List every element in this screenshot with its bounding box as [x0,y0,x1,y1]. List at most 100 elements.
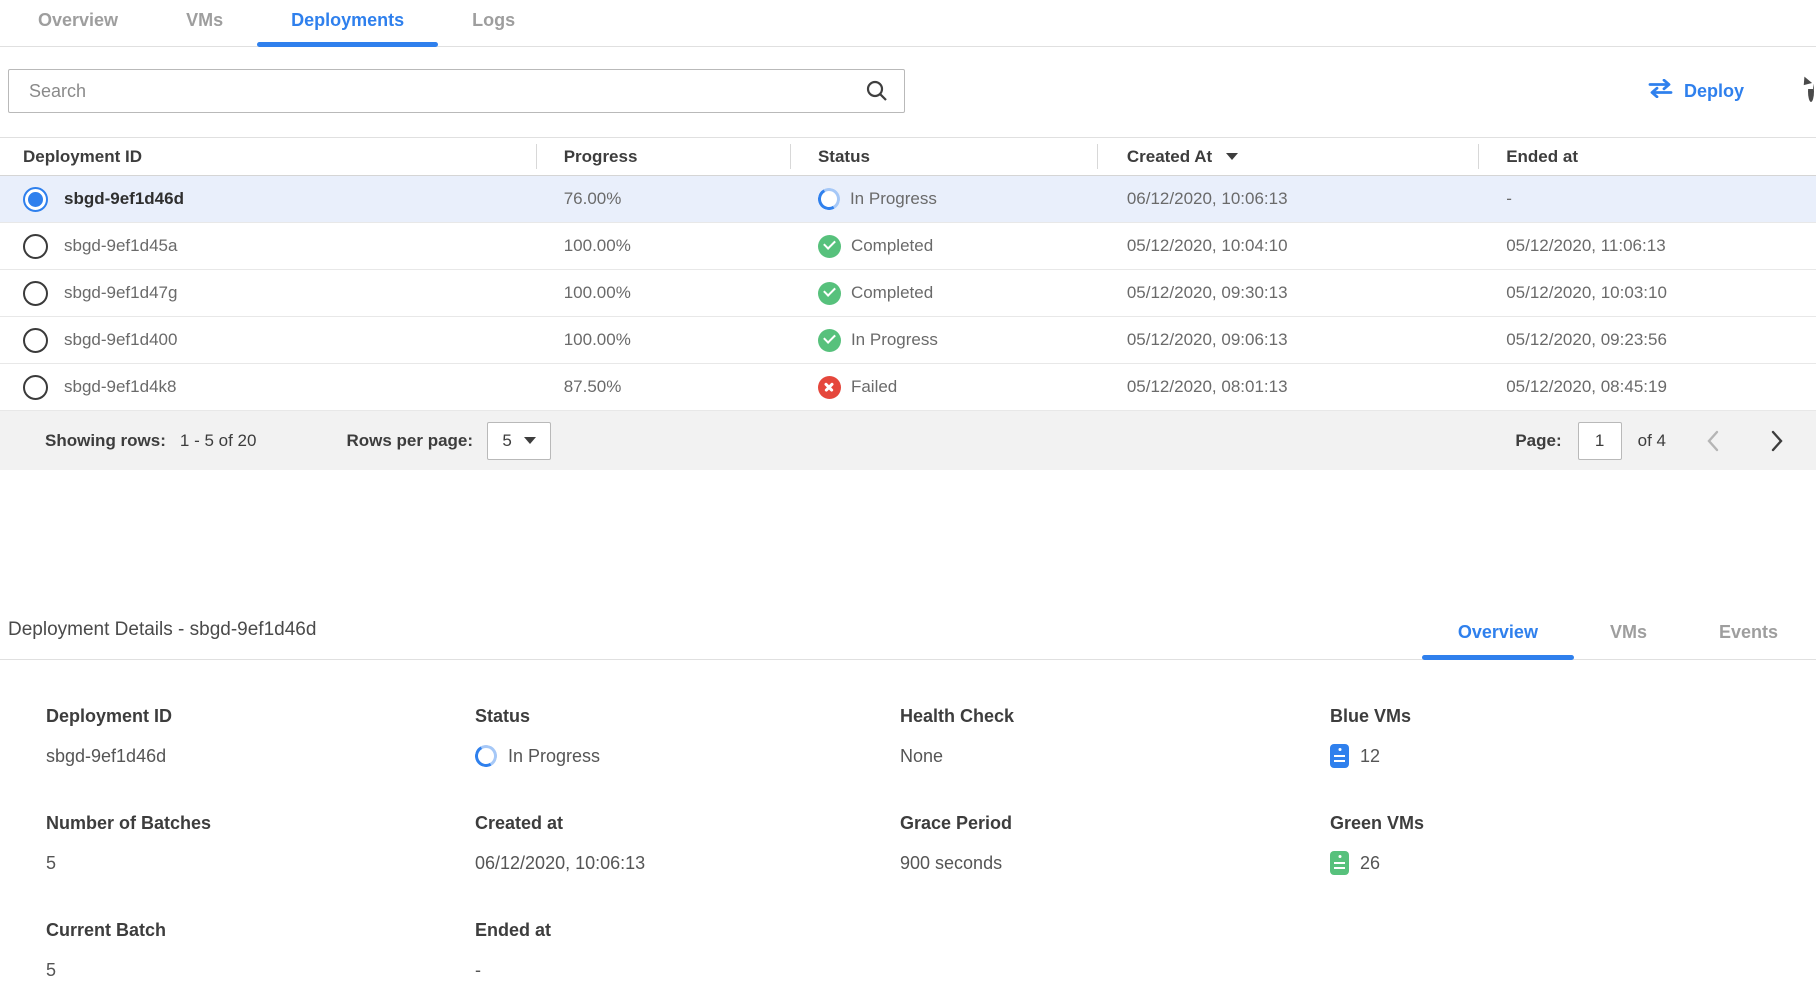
row-radio-button[interactable] [23,375,48,400]
column-header-created-at[interactable]: Created At [1097,138,1478,175]
detail-field: Status In Progress [475,706,900,768]
detail-field-label: Ended at [475,920,900,941]
page-label: Page: [1515,431,1561,451]
status-label: In Progress [850,189,937,209]
tab-logs[interactable]: Logs [438,0,549,46]
detail-field: Created at 06/12/2020, 10:06:13 [475,813,900,875]
deployment-id-value: sbgd-9ef1d45a [64,236,177,256]
detail-field-label: Status [475,706,900,727]
detail-field-label: Created at [475,813,900,834]
detail-field-label: Health Check [900,706,1330,727]
column-header-deployment-id: Deployment ID [0,138,536,175]
deployment-id-value: sbgd-9ef1d4k8 [64,377,176,397]
next-page-button[interactable] [1760,424,1794,458]
created-at-value: 05/12/2020, 08:01:13 [1097,377,1478,397]
detail-field: Blue VMs 12 [1330,706,1816,768]
completed-check-icon [818,282,841,305]
table-row[interactable]: sbgd-9ef1d4k8 87.50% Failed 05/12/2020, … [0,364,1816,411]
progress-value: 100.00% [536,330,790,350]
status-label: Completed [851,236,933,256]
toolbar: Deploy [0,69,1816,113]
ended-at-value: 05/12/2020, 10:03:10 [1478,283,1816,303]
green-vm-icon [1330,851,1349,875]
tab-vms[interactable]: VMs [152,0,257,46]
detail-field-value: sbgd-9ef1d46d [46,744,475,768]
showing-rows-value: 1 - 5 of 20 [180,431,257,451]
detail-field: Green VMs 26 [1330,813,1816,875]
details-tab-events[interactable]: Events [1683,612,1814,659]
details-tab-vms[interactable]: VMs [1574,612,1683,659]
deployment-id-value: sbgd-9ef1d46d [64,189,184,209]
spinner-icon [473,743,500,770]
tab-deployments[interactable]: Deployments [257,0,438,46]
created-at-value: 06/12/2020, 10:06:13 [1097,189,1478,209]
main-tab-bar: OverviewVMsDeploymentsLogs [0,0,1816,47]
status-label: In Progress [851,330,938,350]
search-box [8,69,905,113]
row-radio-button[interactable] [23,187,48,212]
tab-overview[interactable]: Overview [4,0,152,46]
detail-field-value: - [475,958,900,982]
chevron-down-icon [524,437,536,444]
rows-per-page-select[interactable]: 5 [487,422,551,460]
details-title: Deployment Details - sbgd-9ef1d46d [8,619,316,659]
column-header-progress: Progress [536,138,790,175]
spinner-icon [815,186,842,213]
table-row[interactable]: sbgd-9ef1d46d 76.00% In Progress 06/12/2… [0,176,1816,223]
detail-field: Ended at - [475,920,900,982]
search-input[interactable] [8,69,905,113]
rows-per-page-label: Rows per page: [346,431,473,451]
detail-field: Health Check None [900,706,1330,768]
page-number-input[interactable] [1578,422,1622,460]
refresh-button[interactable] [1796,76,1816,106]
details-tab-bar: OverviewVMsEvents [1422,612,1814,659]
detail-field: Number of Batches 5 [46,813,475,875]
detail-field-value: In Progress [475,744,900,768]
ended-at-value: 05/12/2020, 11:06:13 [1478,236,1816,256]
previous-page-button[interactable] [1696,424,1730,458]
row-radio-button[interactable] [23,234,48,259]
detail-field-label: Current Batch [46,920,475,941]
deploy-button-label: Deploy [1684,81,1744,102]
deploy-button[interactable]: Deploy [1647,79,1744,103]
table-row[interactable]: sbgd-9ef1d45a 100.00% Completed 05/12/20… [0,223,1816,270]
created-at-value: 05/12/2020, 09:30:13 [1097,283,1478,303]
table-row[interactable]: sbgd-9ef1d47g 100.00% Completed 05/12/20… [0,270,1816,317]
details-section-header: Deployment Details - sbgd-9ef1d46d Overv… [0,612,1816,660]
ended-at-value: - [1478,189,1816,209]
sort-desc-icon [1226,153,1238,160]
detail-field-label: Number of Batches [46,813,475,834]
detail-field-value: 26 [1330,851,1816,875]
progress-value: 76.00% [536,189,790,209]
search-icon[interactable] [865,79,889,103]
ended-at-value: 05/12/2020, 08:45:19 [1478,377,1816,397]
detail-field: Current Batch 5 [46,920,475,982]
details-tab-overview[interactable]: Overview [1422,612,1574,659]
progress-value: 100.00% [536,236,790,256]
detail-field-value: 900 seconds [900,851,1330,875]
progress-value: 87.50% [536,377,790,397]
detail-field-label: Deployment ID [46,706,475,727]
detail-field-value: 06/12/2020, 10:06:13 [475,851,900,875]
created-at-value: 05/12/2020, 09:06:13 [1097,330,1478,350]
deployment-id-value: sbgd-9ef1d400 [64,330,177,350]
status-label: Failed [851,377,897,397]
created-at-value: 05/12/2020, 10:04:10 [1097,236,1478,256]
row-radio-button[interactable] [23,281,48,306]
detail-field: Grace Period 900 seconds [900,813,1330,875]
column-header-ended-at: Ended at [1478,138,1816,175]
detail-field-value: 12 [1330,744,1816,768]
showing-rows-label: Showing rows: [45,431,166,451]
ended-at-value: 05/12/2020, 09:23:56 [1478,330,1816,350]
table-row[interactable]: sbgd-9ef1d400 100.00% In Progress 05/12/… [0,317,1816,364]
deployment-id-value: sbgd-9ef1d47g [64,283,177,303]
details-grid: Deployment ID sbgd-9ef1d46d Status In Pr… [0,660,1816,982]
status-label: Completed [851,283,933,303]
detail-field: Deployment ID sbgd-9ef1d46d [46,706,475,768]
column-header-status: Status [790,138,1097,175]
progress-value: 100.00% [536,283,790,303]
detail-field-value: None [900,744,1330,768]
detail-field-label: Grace Period [900,813,1330,834]
detail-field-value: 5 [46,958,475,982]
row-radio-button[interactable] [23,328,48,353]
